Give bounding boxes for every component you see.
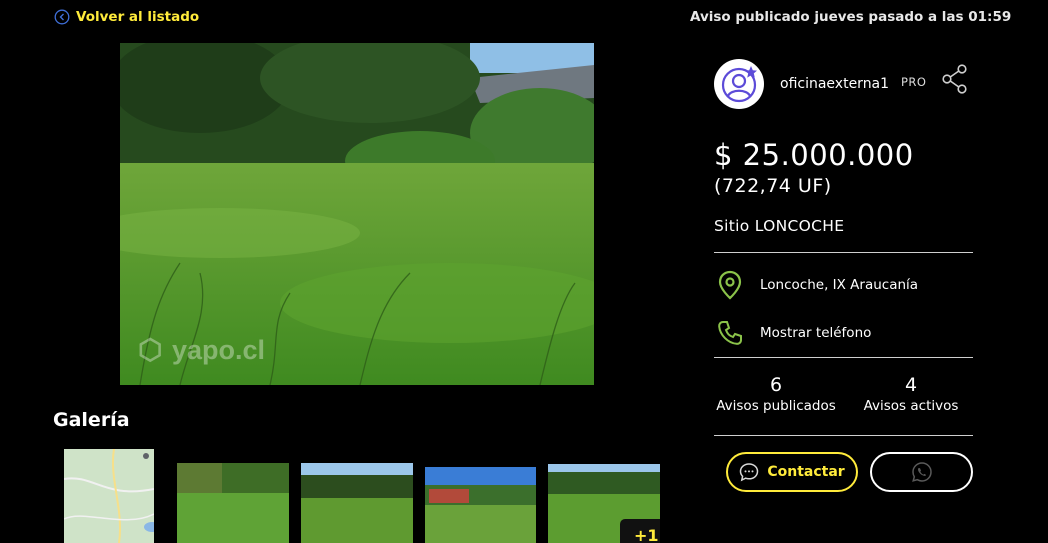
contact-button-label: Contactar: [767, 464, 845, 480]
pro-badge: PRO: [901, 75, 927, 89]
chat-bubble-icon: [740, 463, 759, 482]
listing-title: Sitio LONCOCHE: [714, 217, 845, 235]
watermark-logo: yapo.cl: [172, 335, 265, 365]
location-row: Loncoche, IX Araucanía: [716, 270, 918, 300]
show-phone-label: Mostrar teléfono: [760, 325, 872, 341]
gallery-thumb-2[interactable]: [177, 463, 289, 543]
stat-active-label: Avisos activos: [863, 398, 959, 414]
price-uf: (722,74 UF): [714, 175, 832, 197]
location-pin-icon: [718, 270, 742, 300]
show-phone-button[interactable]: Mostrar teléfono: [716, 319, 871, 347]
stat-published-value: 6: [769, 374, 783, 396]
contact-button[interactable]: Contactar: [726, 452, 858, 492]
avatar: [714, 59, 764, 109]
more-photos-badge[interactable]: +1: [620, 519, 660, 543]
seller-name: oficinaexterna1: [780, 76, 890, 92]
svg-text:⬡: ⬡: [138, 334, 162, 365]
location-label: Loncoche, IX Araucanía: [760, 277, 919, 293]
whatsapp-button[interactable]: [870, 452, 973, 492]
gallery-heading: Galería: [53, 409, 130, 431]
divider: [714, 435, 973, 436]
gallery-thumb-4[interactable]: [425, 467, 536, 543]
whatsapp-icon: [911, 462, 932, 482]
share-icon: [942, 64, 967, 94]
price: $ 25.000.000: [714, 138, 914, 172]
seller-profile[interactable]: oficinaexterna1: [714, 59, 889, 109]
share-button[interactable]: [941, 64, 969, 98]
stat-published: 6 Avisos publicados: [716, 374, 836, 414]
stat-active-value: 4: [904, 374, 918, 396]
divider: [714, 357, 973, 358]
stat-published-label: Avisos publicados: [716, 398, 836, 414]
back-link-label: Volver al listado: [76, 9, 200, 25]
arrow-left-circle-icon: [54, 9, 70, 25]
user-star-icon: [721, 66, 757, 103]
main-listing-photo[interactable]: ⬡ yapo.cl: [120, 43, 594, 385]
posted-date: Aviso publicado jueves pasado a las 01:5…: [690, 9, 1012, 25]
gallery-thumb-3[interactable]: [301, 463, 413, 543]
divider: [714, 252, 973, 253]
back-to-listing-link[interactable]: Volver al listado: [54, 9, 199, 25]
gallery-thumb-map[interactable]: [64, 449, 154, 543]
stat-active: 4 Avisos activos: [858, 374, 964, 414]
phone-icon: [718, 321, 742, 345]
